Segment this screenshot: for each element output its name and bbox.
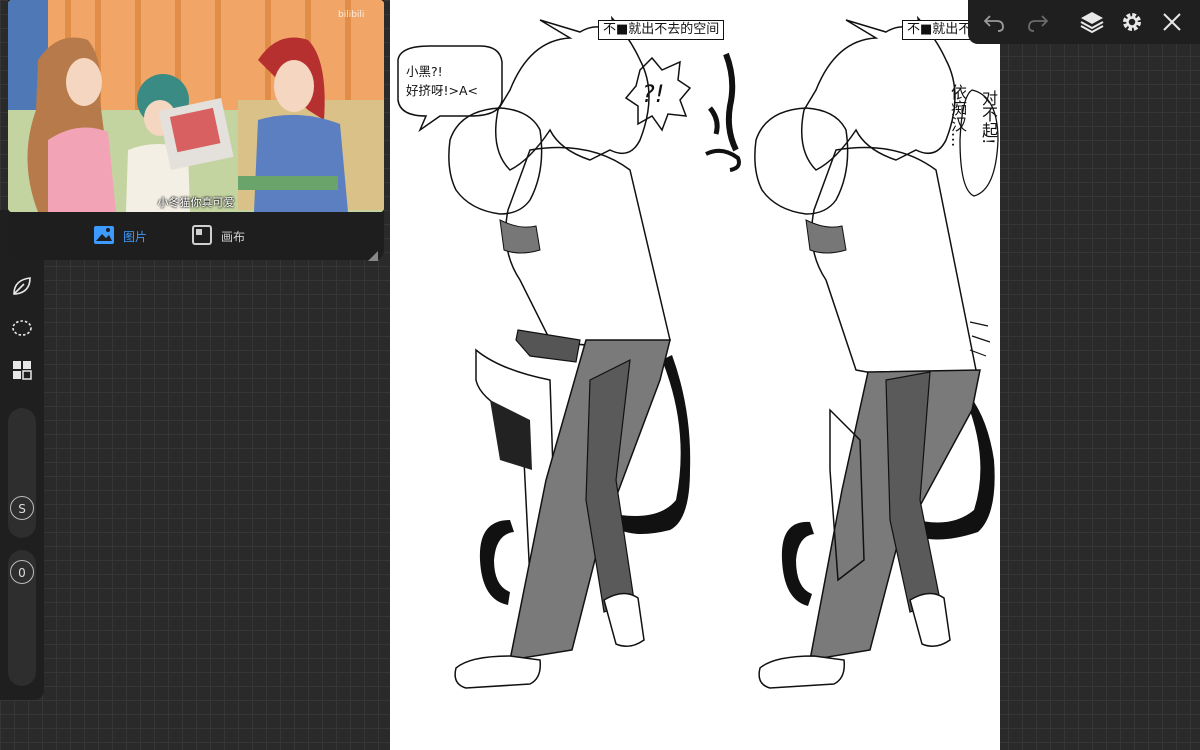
- video-watermark: bilibili: [338, 10, 365, 20]
- tab-image[interactable]: 图片: [93, 224, 147, 249]
- layers-icon[interactable]: [1078, 8, 1106, 36]
- settings-icon[interactable]: [1118, 8, 1146, 36]
- drawing-canvas[interactable]: 不■就出不去的空间 不■就出不去的空间 小黑?! 好挤呀!>A< ?! 依痴汉.…: [390, 0, 1000, 750]
- tab-canvas[interactable]: 画布: [191, 224, 245, 249]
- apology-text: 依痴汉...: [948, 84, 967, 148]
- redo-icon[interactable]: [1024, 8, 1052, 36]
- artwork-drawing: [397, 15, 999, 689]
- exclamation-text: ?!: [642, 80, 665, 108]
- reference-image: bilibili 小冬猫你真可爱: [8, 0, 384, 212]
- opacity-slider-knob[interactable]: 0: [10, 560, 34, 584]
- undo-icon[interactable]: [980, 8, 1008, 36]
- speech-bubble-text: 小黑?! 好挤呀!>A<: [406, 62, 478, 100]
- selection-lasso-icon[interactable]: [8, 314, 36, 342]
- speech-line: 好挤呀!>A<: [406, 83, 479, 98]
- resize-handle[interactable]: [368, 246, 378, 261]
- top-toolbar: [968, 0, 1200, 44]
- tab-label: 图片: [123, 230, 148, 244]
- speech-line: 小黑?!: [406, 64, 443, 79]
- apology-text: 对不起!: [979, 90, 998, 145]
- video-subtitle: 小冬猫你真可爱: [157, 196, 235, 209]
- tab-label: 画布: [221, 230, 246, 244]
- brush-size-slider-knob[interactable]: S: [10, 496, 34, 520]
- reference-tabs: 图片 画布: [93, 224, 245, 249]
- artwork-title: 不■就出不去的空间: [598, 20, 725, 40]
- reference-panel[interactable]: bilibili 小冬猫你真可爱 图片 画布: [8, 0, 384, 261]
- close-icon[interactable]: [1158, 8, 1186, 36]
- canvas-icon: [191, 224, 213, 249]
- anime-frame-illustration: [8, 0, 384, 212]
- image-icon: [93, 224, 115, 249]
- quickmenu-grid-icon[interactable]: [8, 356, 36, 384]
- left-toolbar: S 0: [0, 210, 44, 700]
- smudge-icon[interactable]: [8, 272, 36, 300]
